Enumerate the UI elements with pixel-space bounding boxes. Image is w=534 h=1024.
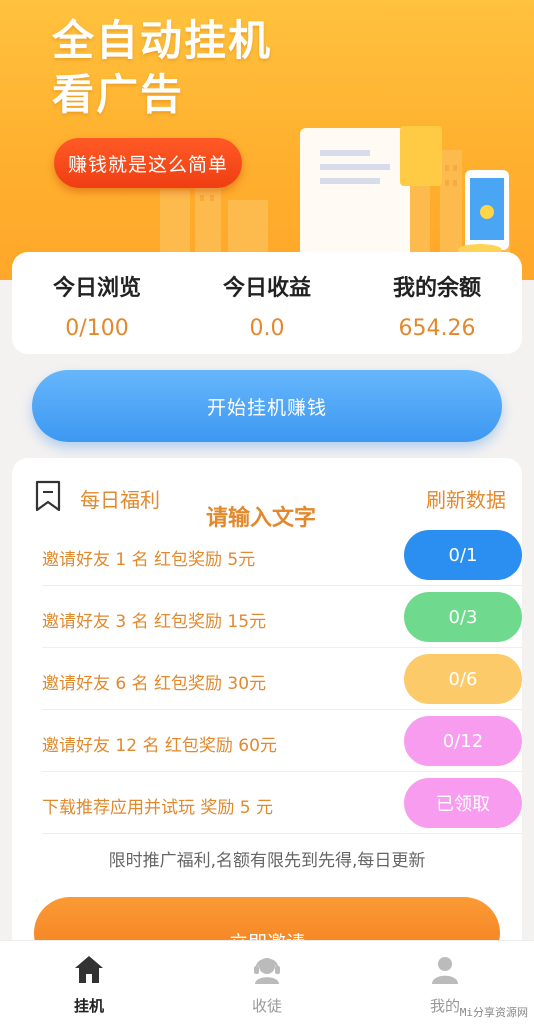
bottom-nav: 挂机 收徒 我的 [0, 940, 534, 1024]
welfare-note: 限时推广福利,名额有限先到先得,每日更新 [108, 851, 426, 871]
welfare-header: 每日福利 请输入文字 刷新数据 [12, 458, 522, 531]
task-row: 邀请好友 1 名 红包奖励 5元 0/1 [42, 524, 522, 586]
stat-label: 我的余额 [392, 276, 481, 301]
nav-label: 挂机 [73, 997, 104, 1015]
banner-title: 全自动挂机 看广告 [52, 14, 272, 122]
stat-today-views: 今日浏览 0/100 [12, 252, 182, 354]
banner-title-line1: 全自动挂机 [52, 16, 273, 65]
user-icon [432, 957, 458, 984]
stat-label: 今日浏览 [52, 276, 141, 301]
task-status-button[interactable]: 0/6 [404, 654, 522, 704]
bookmark-icon [35, 480, 61, 512]
stats-card: 今日浏览 0/100 今日收益 0.0 我的余额 654.26 [12, 252, 522, 354]
nav-item-hangup[interactable]: 挂机 [0, 941, 178, 1024]
task-text: 邀请好友 6 名 红包奖励 30元 [42, 674, 267, 694]
nav-item-apprentice[interactable]: 收徒 [178, 941, 356, 1024]
task-text: 邀请好友 3 名 红包奖励 15元 [42, 612, 267, 632]
task-status-button[interactable]: 0/12 [404, 716, 522, 766]
watermark: Mi分享资源网 [459, 1006, 528, 1019]
stat-value: 0.0 [249, 316, 285, 341]
task-row: 邀请好友 12 名 红包奖励 60元 0/12 [42, 710, 522, 772]
task-status-button[interactable]: 已领取 [404, 778, 522, 828]
task-status-button[interactable]: 0/1 [404, 530, 522, 580]
nav-label: 收徒 [251, 997, 282, 1015]
task-text: 邀请好友 1 名 红包奖励 5元 [42, 550, 256, 570]
home-icon [75, 956, 103, 983]
task-row: 下载推荐应用并试玩 奖励 5 元 已领取 [42, 772, 522, 834]
task-text: 下载推荐应用并试玩 奖励 5 元 [42, 798, 274, 818]
stat-value: 654.26 [398, 316, 476, 341]
task-row: 邀请好友 6 名 红包奖励 30元 0/6 [42, 648, 522, 710]
task-row: 邀请好友 3 名 红包奖励 15元 0/3 [42, 586, 522, 648]
task-status-button[interactable]: 0/3 [404, 592, 522, 642]
banner-title-line2: 看广告 [52, 70, 185, 119]
welfare-title: 每日福利 [80, 488, 160, 512]
stat-label: 今日收益 [222, 276, 311, 301]
start-earning-button[interactable]: 开始挂机赚钱 [32, 370, 502, 442]
stat-balance: 我的余额 654.26 [352, 252, 522, 354]
app-screen: 全自动挂机 看广告 赚钱就是这么简单 今日浏览 0/100 今日收益 0.0 我… [0, 0, 534, 1024]
earn-simple-button[interactable]: 赚钱就是这么简单 [54, 138, 242, 188]
stat-today-earnings: 今日收益 0.0 [182, 252, 352, 354]
top-banner: 全自动挂机 看广告 赚钱就是这么简单 [0, 0, 534, 280]
headset-icon [254, 958, 280, 984]
task-text: 邀请好友 12 名 红包奖励 60元 [42, 736, 277, 756]
stat-value: 0/100 [65, 316, 129, 341]
refresh-data-link[interactable]: 刷新数据 [426, 484, 506, 513]
